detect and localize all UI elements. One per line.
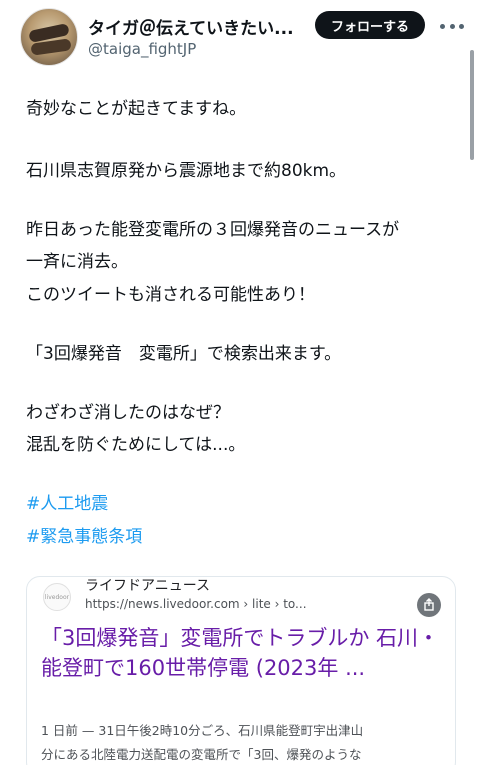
share-glyph: [424, 598, 434, 611]
hashtag-link[interactable]: #緊急事態条項: [26, 522, 142, 552]
more-options-icon[interactable]: [440, 16, 464, 36]
display-name[interactable]: タイガ＠伝えていきたい...: [88, 14, 303, 39]
tweet-text-line: 奇妙なことが起きてますね。: [26, 99, 247, 119]
tweet-text-line: 一斉に消去。: [26, 252, 128, 272]
site-logo: livedoor: [43, 583, 71, 611]
dot: [440, 23, 445, 29]
follow-button[interactable]: フォローする: [315, 11, 425, 39]
tweet-text-line: 石川県志賀原発から震源地まで約80km。: [26, 161, 347, 181]
card-snippet-line: 分にある北陸電力送配電の変電所で「3回、爆発のような: [41, 747, 362, 762]
card-title[interactable]: 「3回爆発音」変電所でトラブルか 石川・能登町で160世帯停電 (2023年 .…: [41, 623, 451, 683]
card-snippet-line: 1 日前 — 31日午後2時10分ごろ、石川県能登町宇出津山: [41, 723, 364, 738]
tweet-text-line: わざわざ消したのはなぜ？: [26, 403, 230, 423]
scrollbar[interactable]: [470, 50, 474, 160]
share-icon[interactable]: [417, 593, 441, 617]
link-preview-card[interactable]: livedoor ライフドアニュース https://news.livedoor…: [26, 576, 456, 765]
tweet-text-line: 「3回爆発音 変電所」で検索出来ます。: [26, 344, 342, 364]
dot: [459, 23, 464, 29]
tweet-text-line: このツイートも消される可能性あり！: [26, 285, 315, 305]
card-url[interactable]: https://news.livedoor.com › lite › to...: [85, 597, 307, 611]
tweet-text-line: 昨日あった能登変電所の３回爆発音のニュースが: [26, 220, 400, 240]
hashtag-link[interactable]: #人工地震: [26, 489, 108, 519]
avatar[interactable]: [20, 8, 78, 66]
user-handle[interactable]: @taiga_fightJP: [88, 40, 196, 58]
tweet-header: タイガ＠伝えていきたい... @taiga_fightJP フォローする: [0, 0, 480, 80]
card-source-name: ライフドアニュース: [85, 578, 211, 594]
dot: [449, 23, 455, 29]
tweet-text-line: 混乱を防ぐためにしては...。: [26, 435, 246, 455]
